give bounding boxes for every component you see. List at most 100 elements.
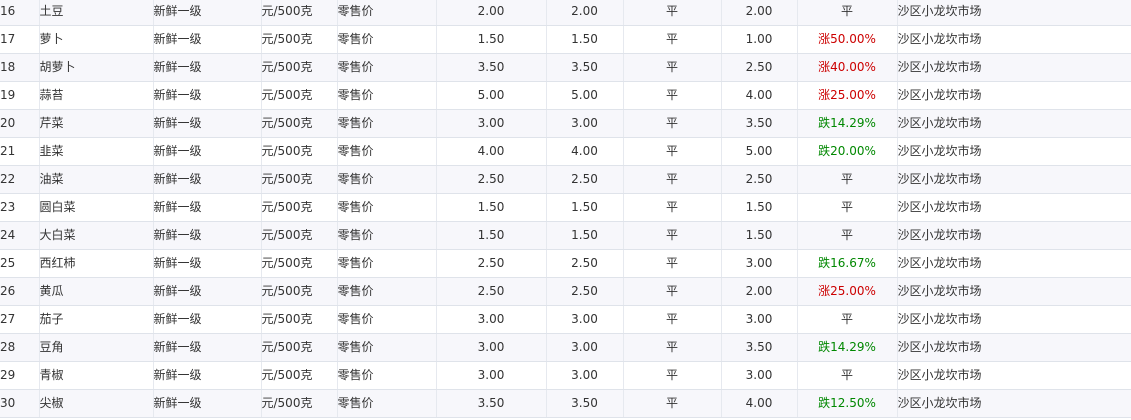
price-type: 零售价 — [337, 277, 437, 306]
price-change: 平 — [840, 228, 853, 242]
product-grade: 新鲜一级 — [153, 333, 262, 362]
price-type: 零售价 — [337, 137, 437, 166]
trend-status: 平 — [623, 333, 722, 362]
market-name: 沙区小龙坎市场 — [897, 165, 1131, 194]
price-unit: 元/500克 — [261, 109, 338, 138]
market-name: 沙区小龙坎市场 — [897, 389, 1131, 418]
market-name: 沙区小龙坎市场 — [897, 333, 1131, 362]
change-cell: 跌16.67% — [797, 249, 898, 278]
trend-status: 平 — [623, 193, 722, 222]
change-cell: 平 — [797, 361, 898, 390]
row-index: 20 — [0, 109, 40, 138]
price-secondary: 3.00 — [546, 361, 624, 390]
change-cell: 跌14.29% — [797, 333, 898, 362]
product-name: 尖椒 — [39, 389, 154, 418]
row-index: 21 — [0, 137, 40, 166]
row-index: 16 — [0, 0, 40, 26]
price-previous: 3.50 — [721, 109, 798, 138]
price-unit: 元/500克 — [261, 389, 338, 418]
price-previous: 2.00 — [721, 277, 798, 306]
price-change: 平 — [840, 200, 853, 214]
product-name: 大白菜 — [39, 221, 154, 250]
price-type: 零售价 — [337, 305, 437, 334]
price-change: 跌14.29% — [818, 340, 876, 354]
price-current: 3.00 — [436, 361, 547, 390]
row-index: 28 — [0, 333, 40, 362]
product-grade: 新鲜一级 — [153, 137, 262, 166]
price-unit: 元/500克 — [261, 25, 338, 54]
price-current: 3.50 — [436, 389, 547, 418]
market-name: 沙区小龙坎市场 — [897, 0, 1131, 26]
product-name: 西红柿 — [39, 249, 154, 278]
product-grade: 新鲜一级 — [153, 81, 262, 110]
price-current: 2.50 — [436, 249, 547, 278]
row-index: 29 — [0, 361, 40, 390]
table-row: 22 油菜 新鲜一级 元/500克 零售价 2.50 2.50 平 2.50 平… — [0, 165, 1131, 194]
price-previous: 3.00 — [721, 361, 798, 390]
price-current: 4.00 — [436, 137, 547, 166]
table-row: 19 蒜苔 新鲜一级 元/500克 零售价 5.00 5.00 平 4.00 涨… — [0, 81, 1131, 110]
product-name: 胡萝卜 — [39, 53, 154, 82]
price-previous: 2.00 — [721, 0, 798, 26]
price-current: 2.00 — [436, 0, 547, 26]
price-current: 5.00 — [436, 81, 547, 110]
price-secondary: 2.50 — [546, 165, 624, 194]
price-unit: 元/500克 — [261, 193, 338, 222]
table-row: 27 茄子 新鲜一级 元/500克 零售价 3.00 3.00 平 3.00 平… — [0, 305, 1131, 334]
market-name: 沙区小龙坎市场 — [897, 361, 1131, 390]
price-secondary: 5.00 — [546, 81, 624, 110]
trend-status: 平 — [623, 277, 722, 306]
change-cell: 涨25.00% — [797, 81, 898, 110]
row-index: 17 — [0, 25, 40, 54]
market-name: 沙区小龙坎市场 — [897, 277, 1131, 306]
price-unit: 元/500克 — [261, 137, 338, 166]
price-previous: 2.50 — [721, 165, 798, 194]
table-row: 29 青椒 新鲜一级 元/500克 零售价 3.00 3.00 平 3.00 平… — [0, 361, 1131, 390]
price-change: 涨25.00% — [818, 284, 876, 298]
price-change: 涨40.00% — [818, 60, 876, 74]
table-row: 20 芹菜 新鲜一级 元/500克 零售价 3.00 3.00 平 3.50 跌… — [0, 109, 1131, 138]
price-current: 3.50 — [436, 53, 547, 82]
product-grade: 新鲜一级 — [153, 277, 262, 306]
price-type: 零售价 — [337, 0, 437, 26]
trend-status: 平 — [623, 249, 722, 278]
product-name: 油菜 — [39, 165, 154, 194]
price-secondary: 3.50 — [546, 389, 624, 418]
price-type: 零售价 — [337, 193, 437, 222]
market-name: 沙区小龙坎市场 — [897, 193, 1131, 222]
price-current: 2.50 — [436, 277, 547, 306]
table-row: 18 胡萝卜 新鲜一级 元/500克 零售价 3.50 3.50 平 2.50 … — [0, 53, 1131, 82]
price-previous: 1.00 — [721, 25, 798, 54]
trend-status: 平 — [623, 137, 722, 166]
price-type: 零售价 — [337, 53, 437, 82]
trend-status: 平 — [623, 0, 722, 26]
product-name: 青椒 — [39, 361, 154, 390]
price-previous: 3.00 — [721, 305, 798, 334]
product-name: 韭菜 — [39, 137, 154, 166]
trend-status: 平 — [623, 25, 722, 54]
price-unit: 元/500克 — [261, 165, 338, 194]
price-unit: 元/500克 — [261, 53, 338, 82]
change-cell: 跌20.00% — [797, 137, 898, 166]
product-grade: 新鲜一级 — [153, 53, 262, 82]
trend-status: 平 — [623, 361, 722, 390]
price-current: 3.00 — [436, 109, 547, 138]
price-secondary: 3.50 — [546, 53, 624, 82]
price-type: 零售价 — [337, 221, 437, 250]
row-index: 23 — [0, 193, 40, 222]
change-cell: 平 — [797, 221, 898, 250]
row-index: 30 — [0, 389, 40, 418]
product-grade: 新鲜一级 — [153, 0, 262, 26]
product-grade: 新鲜一级 — [153, 109, 262, 138]
price-type: 零售价 — [337, 81, 437, 110]
row-index: 19 — [0, 81, 40, 110]
trend-status: 平 — [623, 221, 722, 250]
price-type: 零售价 — [337, 25, 437, 54]
market-name: 沙区小龙坎市场 — [897, 305, 1131, 334]
market-name: 沙区小龙坎市场 — [897, 81, 1131, 110]
product-grade: 新鲜一级 — [153, 25, 262, 54]
price-current: 3.00 — [436, 333, 547, 362]
market-name: 沙区小龙坎市场 — [897, 249, 1131, 278]
price-unit: 元/500克 — [261, 0, 338, 26]
table-row: 28 豆角 新鲜一级 元/500克 零售价 3.00 3.00 平 3.50 跌… — [0, 333, 1131, 362]
